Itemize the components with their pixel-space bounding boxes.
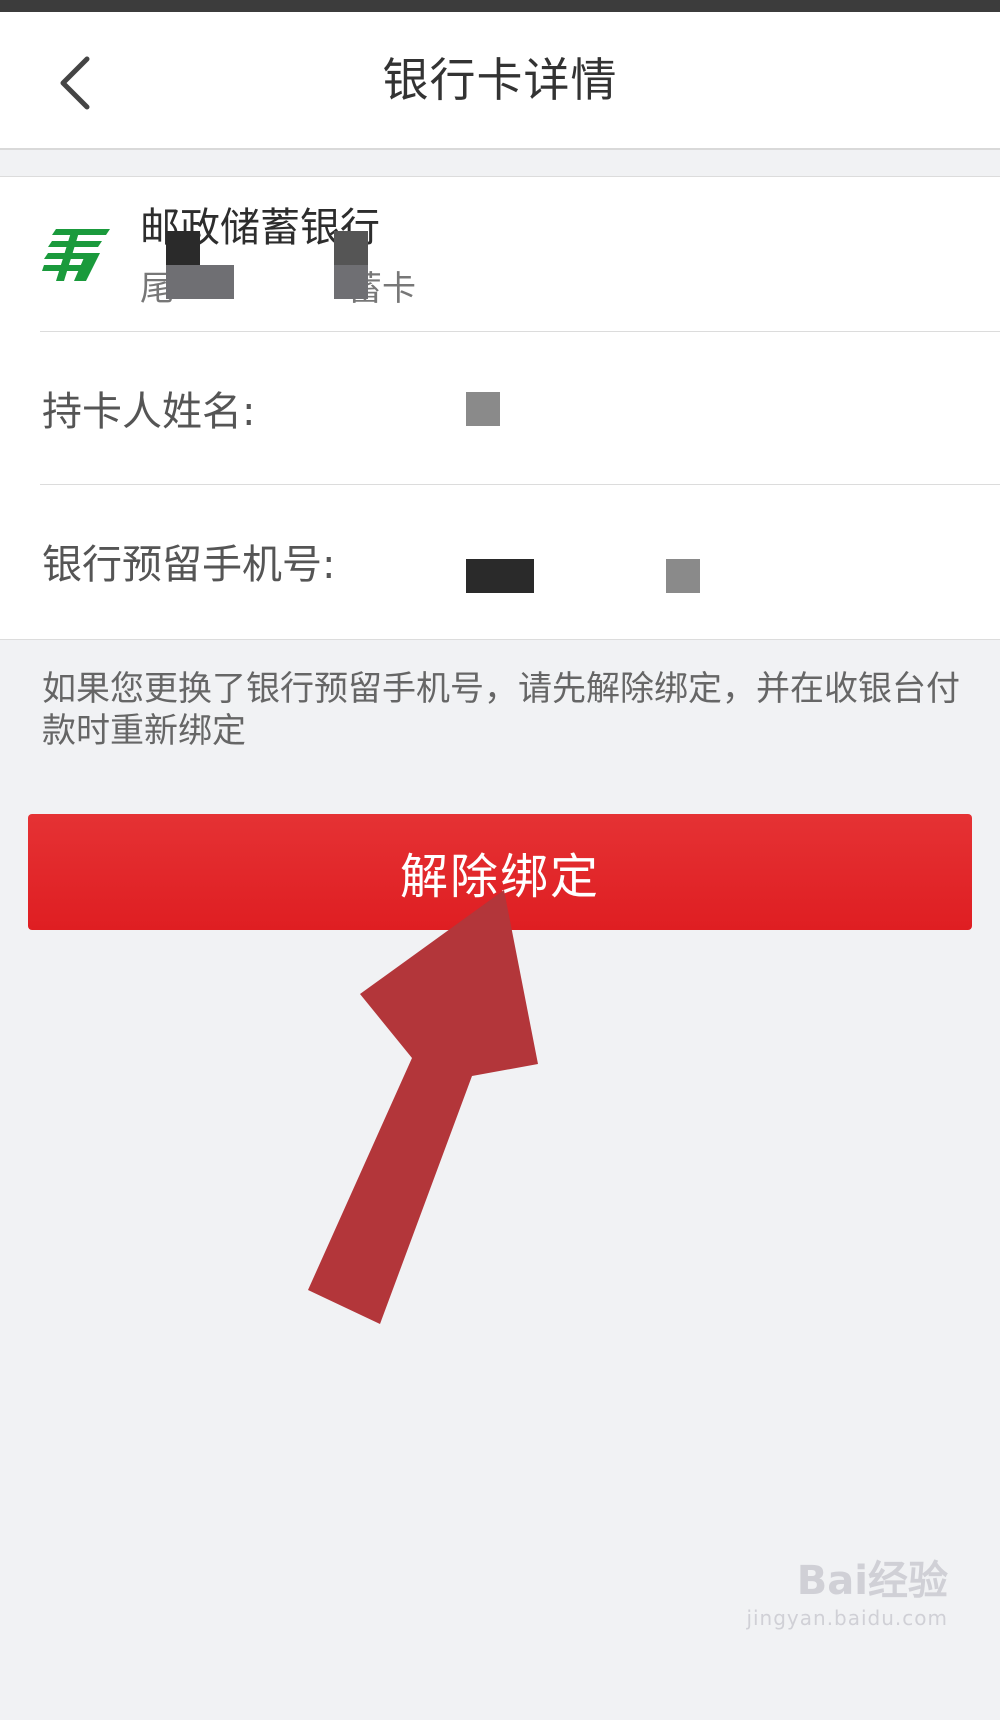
postal-bank-logo: [42, 229, 110, 281]
phone-label: 银行预留手机号:: [42, 542, 336, 588]
page-title: 银行卡详情: [382, 53, 618, 107]
cardholder-label: 持卡人姓名:: [42, 389, 256, 435]
privacy-mask: [166, 231, 200, 265]
watermark-brand: Bai经验: [796, 1558, 948, 1604]
baidu-jingyan-watermark: Bai经验 jingyan.baidu.com: [746, 1548, 948, 1630]
watermark-url: jingyan.baidu.com: [746, 1606, 948, 1630]
bank-card-row: 邮政储蓄银行 尾蓄卡: [0, 177, 1000, 331]
privacy-mask: [334, 265, 368, 299]
unbind-button[interactable]: 解除绑定: [28, 814, 972, 930]
rebind-notice: 如果您更换了银行预留手机号，请先解除绑定，并在收银台付款时重新绑定: [42, 669, 960, 751]
privacy-mask: [666, 559, 700, 593]
chevron-left-icon: [60, 56, 90, 110]
privacy-mask: [334, 231, 368, 265]
privacy-mask: [466, 392, 500, 426]
privacy-mask: [166, 265, 234, 299]
annotation-arrow-icon: [308, 890, 538, 1324]
privacy-mask: [466, 559, 534, 593]
navigation-bar: 银行卡详情: [0, 12, 1000, 150]
phone-row: 银行预留手机号:: [0, 485, 1000, 637]
status-bar: [0, 0, 1000, 12]
back-button[interactable]: [40, 48, 110, 118]
card-details-section: 邮政储蓄银行 尾蓄卡 持卡人姓名: 银行预留手机号:: [0, 176, 1000, 640]
cardholder-row: 持卡人姓名:: [0, 332, 1000, 484]
